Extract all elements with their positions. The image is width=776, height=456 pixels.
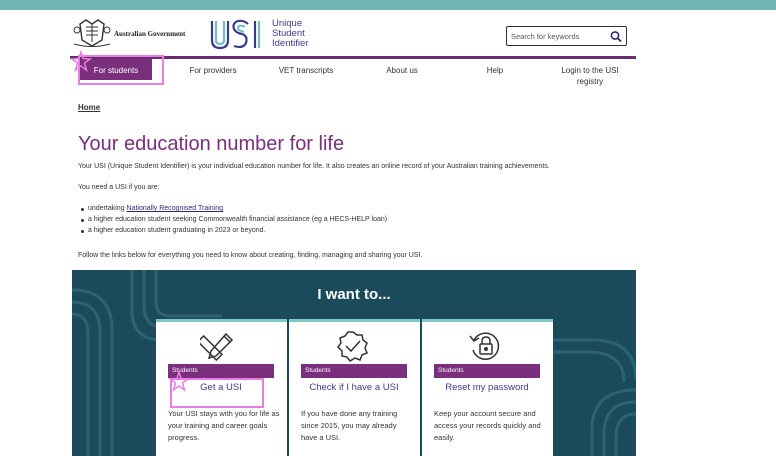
reset-password-card[interactable]: Students Reset my password Keep your acc…: [422, 319, 553, 456]
i-want-to-section: I want to... Students Get a USI Your USI…: [72, 270, 636, 456]
verified-badge-icon: [337, 331, 368, 362]
i-want-to-heading: I want to...: [317, 286, 391, 303]
list-item: a higher education student graduating in…: [80, 227, 387, 238]
nav-item-login-usi-registry[interactable]: Login to the USI registry: [550, 65, 630, 87]
check-usi-card[interactable]: Students Check if I have a USI If you ha…: [289, 319, 420, 456]
nav-item-about-us[interactable]: About us: [372, 65, 432, 76]
card-description: Your USI stays with you for life as your…: [168, 409, 280, 442]
search-icon: [610, 31, 622, 42]
breadcrumb-home[interactable]: Home: [78, 103, 100, 112]
nav-item-vet-transcripts[interactable]: VET transcripts: [266, 65, 346, 76]
follow-links-paragraph: Follow the links below for everything yo…: [78, 252, 423, 259]
lock-reset-icon: [469, 332, 500, 360]
card-category-label: Students: [301, 364, 407, 378]
usi-logo[interactable]: Unique Student Identifier: [208, 18, 328, 52]
bullet-text: a higher education student graduating in…: [88, 227, 266, 234]
usi-need-intro: You need a USI if you are:: [78, 184, 160, 191]
bullet-text: a higher education student seeking Commo…: [88, 216, 388, 223]
usi-requirement-list: undertaking Nationally Recognised Traini…: [80, 205, 388, 238]
card-description: If you have done any training since 2015…: [301, 409, 398, 442]
australian-government-logo[interactable]: Australian Government: [72, 18, 192, 48]
nav-item-help[interactable]: Help: [475, 65, 515, 76]
usi-word-identifier: Identifier: [272, 38, 309, 49]
search-input[interactable]: [511, 30, 603, 43]
sparkle-marker-icon: [168, 370, 190, 392]
reset-my-password-link[interactable]: Reset my password: [434, 382, 540, 393]
usi-wordmark-icon: [210, 19, 261, 50]
nav-item-for-providers[interactable]: For providers: [178, 65, 248, 76]
government-name: Australian Government: [114, 30, 186, 38]
intro-paragraph: Your USI (Unique Student Identifier) is …: [78, 163, 550, 170]
sparkle-marker-icon: [70, 50, 92, 72]
check-if-i-have-a-usi-link[interactable]: Check if I have a USI: [301, 382, 407, 393]
pencil-ruler-icon: [200, 332, 234, 362]
coat-of-arms-icon: [73, 19, 111, 47]
bullet-prefix: undertaking: [88, 205, 127, 212]
search-button[interactable]: [609, 30, 623, 43]
login-label-line-2: registry: [576, 77, 604, 86]
usi-full-name: Unique Student Identifier: [272, 19, 308, 49]
list-item: undertaking Nationally Recognised Traini…: [80, 205, 387, 216]
login-label-line-1: Login to the USI: [561, 66, 619, 75]
nationally-recognised-training-link[interactable]: Nationally Recognised Training: [127, 205, 224, 212]
search-box[interactable]: [506, 26, 627, 46]
page-title: Your education number for life: [78, 133, 345, 155]
top-accent-bar: [0, 0, 776, 10]
card-category-label: Students: [434, 364, 540, 378]
list-item: a higher education student seeking Commo…: [80, 216, 388, 227]
card-description: Keep your account secure and access your…: [434, 409, 541, 442]
